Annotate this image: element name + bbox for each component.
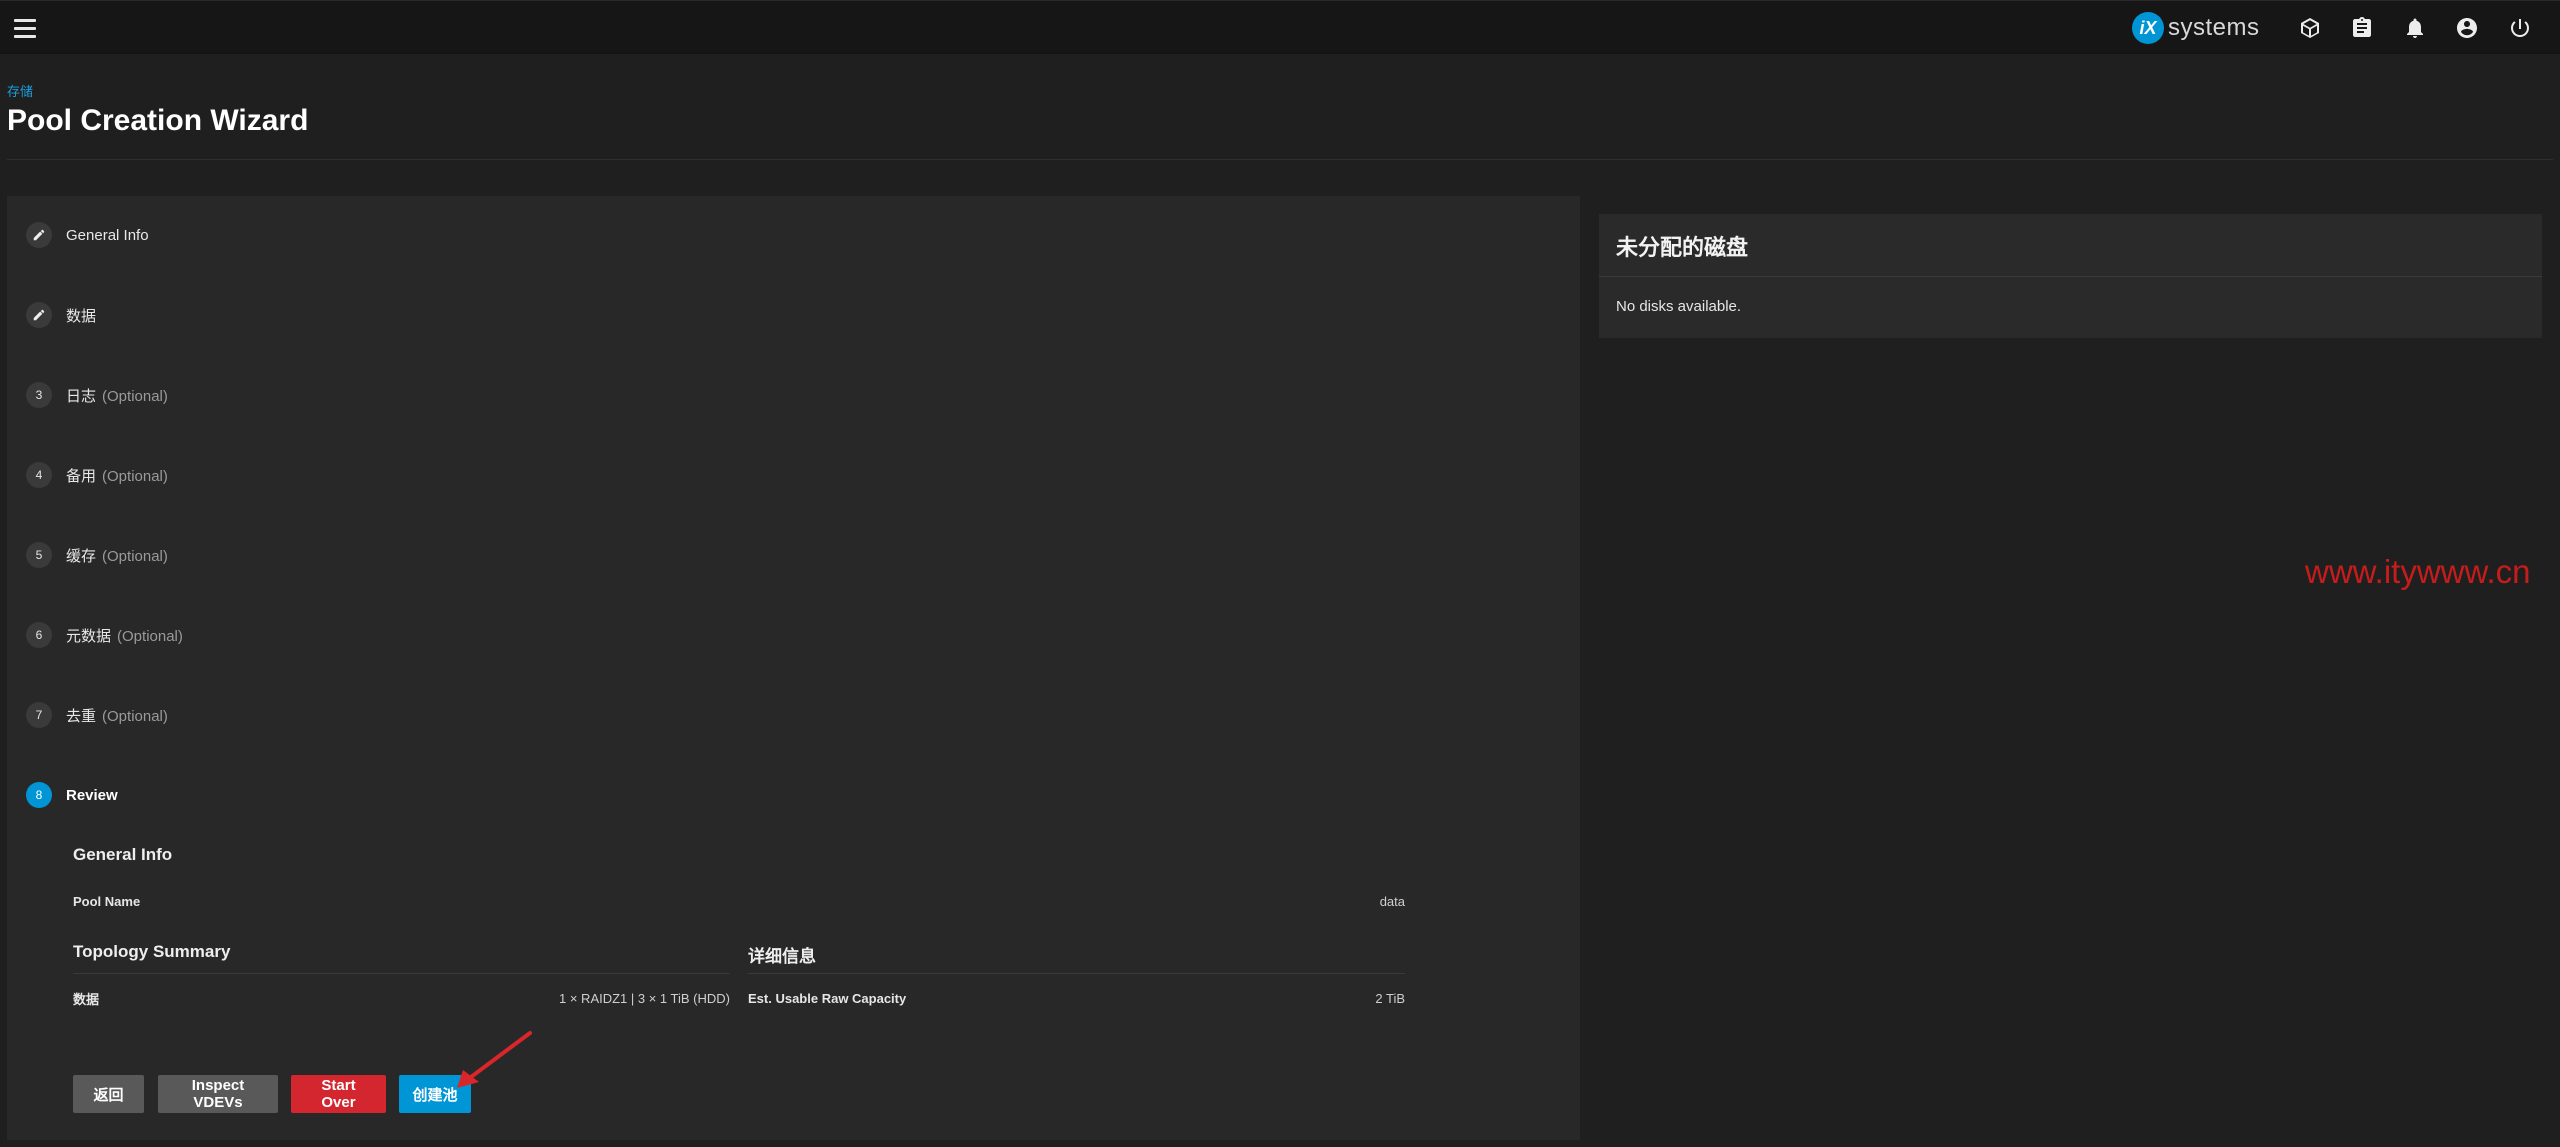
bell-icon[interactable] <box>2401 14 2429 42</box>
step-general-info[interactable]: General Info <box>26 220 149 250</box>
review-topology-heading: Topology Summary <box>73 942 231 961</box>
review-capacity-row: Est. Usable Raw Capacity 2 TiB <box>748 987 1405 1009</box>
details-divider <box>748 973 1405 974</box>
pool-name-value: data <box>1379 893 1405 909</box>
step-number: 5 <box>26 542 52 568</box>
brand-text: systems <box>2168 14 2260 41</box>
card-divider <box>1599 276 2542 277</box>
account-icon[interactable] <box>2453 14 2481 42</box>
page-title: Pool Creation Wizard <box>7 104 309 137</box>
power-icon[interactable] <box>2506 14 2534 42</box>
step-optional: (Optional) <box>102 387 168 405</box>
step-spare[interactable]: 4 备用 (Optional) <box>26 460 168 490</box>
clipboard-icon[interactable] <box>2348 14 2376 42</box>
pencil-icon <box>26 302 52 328</box>
capacity-value: 2 TiB <box>1375 990 1405 1006</box>
watermark: www.itywww.cn <box>2305 553 2531 590</box>
step-optional: (Optional) <box>102 707 168 725</box>
review-general-info-heading: General Info <box>73 845 173 864</box>
step-review[interactable]: 8 Review <box>26 780 118 810</box>
topology-data-label: 数据 <box>73 991 100 1007</box>
review-pool-name-row: Pool Name data <box>73 890 1405 912</box>
capacity-label: Est. Usable Raw Capacity <box>748 990 907 1006</box>
step-label: General Info <box>66 226 149 244</box>
unassigned-disks-card: 未分配的磁盘 No disks available. <box>1599 214 2542 338</box>
inspect-vdevs-button[interactable]: Inspect VDEVs <box>158 1075 278 1113</box>
step-number: 3 <box>26 382 52 408</box>
step-number: 7 <box>26 702 52 728</box>
step-number: 8 <box>26 782 52 808</box>
step-number: 4 <box>26 462 52 488</box>
step-label: 备用 <box>66 467 97 485</box>
unassigned-disks-title: 未分配的磁盘 <box>1616 235 1749 260</box>
ix-systems-logo[interactable]: iX systems <box>2132 12 2260 44</box>
step-label: 缓存 <box>66 547 97 565</box>
step-data[interactable]: 数据 <box>26 300 96 330</box>
annotation-arrow <box>457 1031 532 1088</box>
review-topology-data-row: 数据 1 × RAIDZ1 | 3 × 1 TiB (HDD) <box>73 987 730 1009</box>
review-details-heading: 详细信息 <box>748 947 816 966</box>
pencil-icon <box>26 222 52 248</box>
no-disks-message: No disks available. <box>1616 298 1742 315</box>
step-optional: (Optional) <box>117 627 183 645</box>
topology-data-value: 1 × RAIDZ1 | 3 × 1 TiB (HDD) <box>559 990 730 1006</box>
step-label: 去重 <box>66 707 97 725</box>
header-divider <box>7 159 2553 160</box>
menu-icon[interactable] <box>14 15 42 41</box>
top-toolbar: iX systems <box>0 0 2560 54</box>
brand-mark: iX <box>2132 12 2164 44</box>
step-label: Review <box>66 786 118 804</box>
step-log[interactable]: 3 日志 (Optional) <box>26 380 168 410</box>
step-dedup[interactable]: 7 去重 (Optional) <box>26 700 168 730</box>
step-label: 日志 <box>66 387 97 405</box>
start-over-button[interactable]: Start Over <box>291 1075 386 1113</box>
back-button[interactable]: 返回 <box>73 1075 144 1113</box>
step-metadata[interactable]: 6 元数据 (Optional) <box>26 620 183 650</box>
step-number: 6 <box>26 622 52 648</box>
breadcrumb-storage[interactable]: 存储 <box>7 81 33 100</box>
topology-divider <box>73 973 730 974</box>
step-label: 数据 <box>66 307 97 325</box>
pool-name-label: Pool Name <box>73 893 141 909</box>
step-label: 元数据 <box>66 627 112 645</box>
step-cache[interactable]: 5 缓存 (Optional) <box>26 540 168 570</box>
step-optional: (Optional) <box>102 467 168 485</box>
step-optional: (Optional) <box>102 547 168 565</box>
truecommand-icon[interactable] <box>2296 14 2324 42</box>
